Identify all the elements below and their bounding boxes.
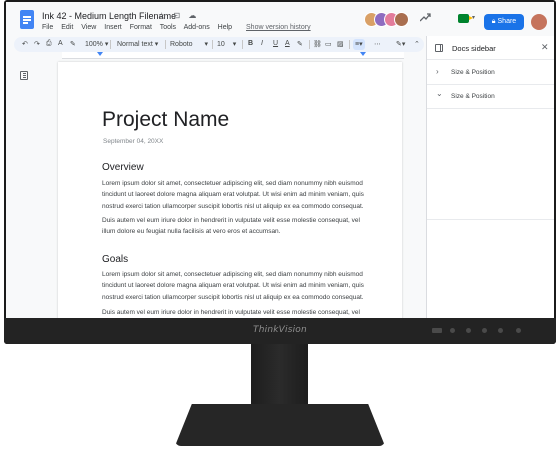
monitor-chin: ThinkVision bbox=[4, 318, 556, 344]
brand-logo: ThinkVision bbox=[253, 325, 307, 335]
highlight-icon[interactable]: ✎ bbox=[297, 40, 303, 48]
monitor-stand-neck bbox=[251, 344, 308, 414]
text-color-button[interactable]: A bbox=[285, 40, 290, 47]
chevron-down-icon: ▾ bbox=[154, 41, 159, 48]
font-size-select[interactable]: 10 ▾ bbox=[217, 40, 236, 48]
font-select[interactable]: Roboto ▾ bbox=[170, 40, 208, 48]
paragraph: Duis autem vel eum iriure dolor in hendr… bbox=[102, 309, 360, 316]
paragraph: Lorem ipsum dolor sit amet, consectetuer… bbox=[102, 271, 364, 301]
menu-format[interactable]: Format bbox=[130, 24, 152, 31]
left-indent-marker[interactable] bbox=[97, 52, 103, 56]
align-select[interactable]: ≡▾ bbox=[353, 39, 365, 50]
document-date: September 04, 20XX bbox=[103, 138, 164, 145]
version-history-link[interactable]: Show version history bbox=[246, 24, 311, 31]
italic-button[interactable]: I bbox=[261, 40, 263, 47]
sidebar-header: Docs sidebar ✕ bbox=[427, 36, 554, 60]
star-move-cloud-icons[interactable]: ☆ ⊡ ☁ bbox=[158, 11, 199, 20]
monitor-button[interactable] bbox=[498, 328, 503, 333]
monitor-button[interactable] bbox=[432, 328, 442, 333]
undo-icon[interactable]: ↶ bbox=[22, 40, 28, 48]
section-heading: Goals bbox=[102, 254, 129, 265]
page-title: Project Name bbox=[102, 108, 230, 131]
menu-tools[interactable]: Tools bbox=[160, 24, 176, 31]
menu-view[interactable]: View bbox=[81, 24, 96, 31]
sidebar-section-label: Size & Position bbox=[451, 69, 495, 76]
monitor-button[interactable] bbox=[482, 328, 487, 333]
ruler[interactable] bbox=[62, 52, 404, 59]
document-title[interactable]: Ink 42 - Medium Length Filename bbox=[42, 11, 176, 21]
menu-file[interactable]: File bbox=[42, 24, 53, 31]
style-select[interactable]: Normal text ▾ bbox=[117, 40, 158, 48]
meet-icon[interactable] bbox=[458, 14, 473, 23]
collapse-icon[interactable]: ⌃ bbox=[414, 40, 420, 48]
meet-caret-icon[interactable]: ▾ bbox=[472, 14, 475, 21]
toolbar-divider bbox=[165, 40, 166, 49]
comment-icon[interactable]: ▭ bbox=[325, 40, 332, 48]
chevron-down-icon: ▾ bbox=[232, 41, 237, 48]
bold-button[interactable]: B bbox=[248, 40, 253, 47]
menu-addons[interactable]: Add-ons bbox=[184, 24, 210, 31]
share-button[interactable]: 🔒︎ Share bbox=[484, 14, 524, 30]
sidebar-section-size-position-expanded[interactable]: ⌄ Size & Position bbox=[427, 85, 554, 109]
chevron-down-icon: ▾ bbox=[401, 41, 406, 48]
toolbar-divider bbox=[242, 40, 243, 49]
right-indent-marker[interactable] bbox=[360, 52, 366, 56]
document-page[interactable]: Project Name September 04, 20XX Overview… bbox=[58, 62, 402, 318]
menu-edit[interactable]: Edit bbox=[61, 24, 73, 31]
trending-icon[interactable] bbox=[419, 13, 431, 25]
sidebar-icon bbox=[435, 44, 443, 52]
toolbar-divider bbox=[212, 40, 213, 49]
section-heading: Overview bbox=[102, 162, 144, 173]
monitor-button[interactable] bbox=[466, 328, 471, 333]
sidebar-title: Docs sidebar bbox=[452, 44, 496, 53]
underline-button[interactable]: U bbox=[273, 40, 278, 47]
document-outline-icon[interactable] bbox=[20, 71, 28, 80]
toolbar-divider bbox=[110, 40, 111, 49]
sidebar-section-label: Size & Position bbox=[451, 93, 495, 100]
title-bar: Ink 42 - Medium Length Filename ☆ ⊡ ☁ Fi… bbox=[6, 2, 554, 36]
toolbar-divider bbox=[349, 40, 350, 49]
power-button[interactable] bbox=[516, 328, 521, 333]
menu-bar: File Edit View Insert Format Tools Add-o… bbox=[42, 24, 317, 31]
screen: Ink 42 - Medium Length Filename ☆ ⊡ ☁ Fi… bbox=[6, 2, 554, 318]
image-icon[interactable]: ▨ bbox=[337, 40, 344, 48]
docs-sidebar: Docs sidebar ✕ › Size & Position ⌄ Size … bbox=[426, 36, 554, 318]
paragraph: Lorem ipsum dolor sit amet, consectetuer… bbox=[102, 180, 364, 210]
account-avatar[interactable] bbox=[531, 14, 547, 30]
toolbar-divider bbox=[309, 40, 310, 49]
paint-format-icon[interactable]: ✎ bbox=[70, 40, 76, 48]
zoom-select[interactable]: 100% ▾ bbox=[85, 40, 108, 48]
chevron-down-icon: ▾ bbox=[104, 41, 109, 48]
chevron-down-icon: ▾ bbox=[359, 41, 363, 48]
monitor-stand-base bbox=[175, 404, 385, 446]
print-icon[interactable]: ⎙ bbox=[46, 40, 52, 48]
lock-icon: 🔒︎ bbox=[491, 18, 496, 25]
menu-help[interactable]: Help bbox=[218, 24, 232, 31]
chevron-down-icon: ⌄ bbox=[436, 89, 443, 98]
close-icon[interactable]: ✕ bbox=[541, 42, 549, 53]
docs-logo-icon[interactable] bbox=[20, 10, 34, 29]
formatting-toolbar: ↶ ↷ ⎙ A ✎ 100% ▾ Normal text ▾ Roboto ▾ … bbox=[14, 37, 424, 52]
menu-insert[interactable]: Insert bbox=[104, 24, 122, 31]
sidebar-section-size-position[interactable]: › Size & Position bbox=[427, 61, 554, 85]
chevron-right-icon: › bbox=[436, 67, 439, 76]
chevron-down-icon: ▾ bbox=[204, 41, 209, 48]
redo-icon[interactable]: ↷ bbox=[34, 40, 40, 48]
sidebar-section-body bbox=[427, 108, 554, 220]
monitor-button[interactable] bbox=[450, 328, 455, 333]
link-icon[interactable]: ⛓ bbox=[313, 40, 322, 48]
more-icon[interactable]: ⋯ bbox=[374, 40, 381, 48]
paragraph: Duis autem vel eum iriure dolor in hendr… bbox=[102, 217, 360, 236]
avatar[interactable] bbox=[394, 12, 409, 27]
monitor-photo: Ink 42 - Medium Length Filename ☆ ⊡ ☁ Fi… bbox=[0, 0, 560, 450]
spellcheck-icon[interactable]: A bbox=[58, 40, 63, 47]
edit-mode-select[interactable]: ✎▾ bbox=[396, 40, 405, 48]
